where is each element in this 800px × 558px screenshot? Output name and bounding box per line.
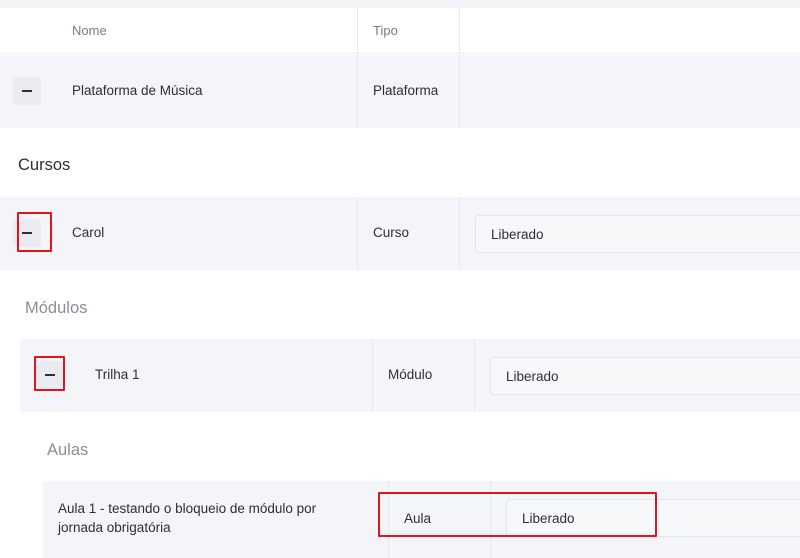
column-divider (388, 481, 389, 558)
course-type: Curso (373, 225, 410, 240)
collapse-module-button[interactable] (36, 361, 64, 389)
course-row: Carol Curso Liberado (0, 197, 800, 270)
collapse-course-button[interactable] (13, 219, 41, 247)
column-divider (459, 8, 460, 53)
column-divider (357, 8, 358, 53)
column-divider (474, 339, 475, 412)
lesson-type: Aula (404, 511, 432, 526)
lesson-status-select[interactable]: Liberado (506, 499, 800, 537)
section-title-aulas: Aulas (47, 441, 89, 459)
course-name: Carol (72, 225, 105, 240)
course-status-select[interactable]: Liberado (475, 215, 800, 253)
minus-icon (22, 232, 32, 234)
module-status-select[interactable]: Liberado (490, 357, 800, 395)
minus-icon (45, 374, 55, 376)
collapse-platform-button[interactable] (13, 77, 41, 105)
platform-type: Plataforma (373, 83, 439, 98)
platform-row: Plataforma de Música Plataforma (0, 55, 800, 128)
section-title-cursos: Cursos (18, 156, 71, 174)
column-divider (357, 197, 358, 270)
section-title-modulos: Módulos (25, 299, 88, 317)
table-header: Nome Tipo (0, 8, 800, 54)
top-strip (0, 0, 800, 8)
column-divider (357, 55, 358, 128)
module-name: Trilha 1 (95, 367, 140, 382)
lesson-row: Aula 1 - testando o bloqueio de módulo p… (43, 481, 800, 558)
module-type: Módulo (388, 367, 433, 382)
column-header-nome: Nome (72, 23, 107, 38)
platform-name: Plataforma de Música (72, 83, 203, 98)
column-divider (459, 55, 460, 128)
column-divider (490, 481, 491, 558)
column-divider (459, 197, 460, 270)
column-divider (372, 339, 373, 412)
lesson-name: Aula 1 - testando o bloqueio de módulo p… (58, 501, 317, 535)
column-header-tipo: Tipo (373, 23, 398, 38)
minus-icon (22, 90, 32, 92)
module-row: Trilha 1 Módulo Liberado (20, 339, 800, 412)
